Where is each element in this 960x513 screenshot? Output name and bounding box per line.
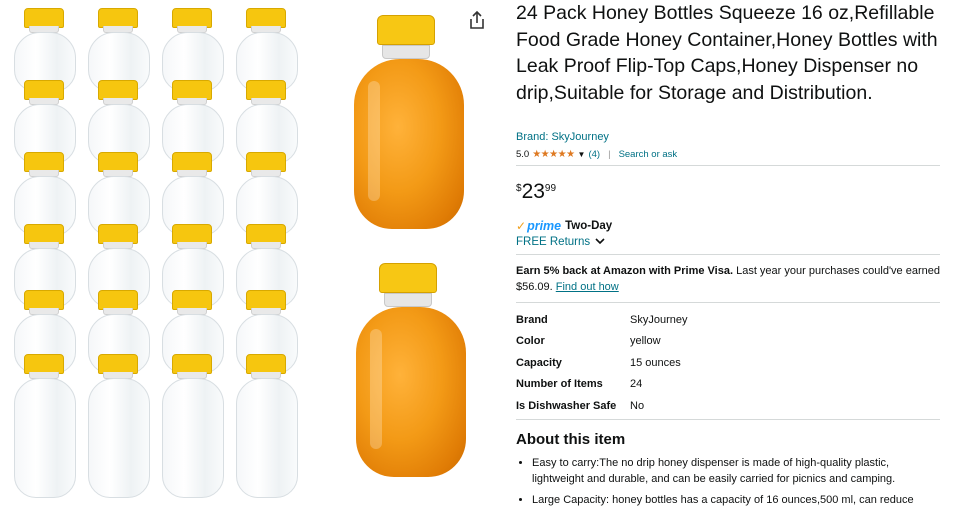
brand-link[interactable]: Brand: SkyJourney	[516, 131, 609, 143]
empty-bottle	[160, 348, 226, 498]
flip-top-cap	[172, 80, 212, 105]
price-fraction: 99	[544, 183, 557, 194]
list-item: Large Capacity: honey bottles has a capa…	[532, 492, 940, 508]
spec-key: Color	[516, 335, 545, 348]
spec-row: Color yellow	[516, 331, 687, 353]
product-title: 24 Pack Honey Bottles Squeeze 16 oz,Refi…	[516, 2, 938, 104]
offer-headline: Earn 5% back at Amazon with Prime Visa.	[516, 265, 734, 277]
product-specs-table: Brand SkyJourney Color yellow Capacity 15 o…	[516, 309, 687, 417]
spec-value: 24	[630, 378, 643, 391]
search-or-ask-link[interactable]: Search or ask	[619, 149, 678, 160]
prime-logo: prime	[527, 219, 562, 233]
prime-badge: ✓ prime Two-Day	[516, 219, 612, 233]
list-item: Easy to carry:The no drip honey dispense…	[532, 455, 940, 487]
flip-top-cap	[172, 290, 212, 315]
feature-bullets: Easy to carry:The no drip honey dispense…	[516, 455, 940, 513]
spec-value: 15 ounces	[630, 356, 681, 369]
chevron-down-icon[interactable]	[595, 237, 605, 245]
spec-key: Brand	[516, 313, 548, 326]
rating-count-link[interactable]: (4)	[588, 149, 600, 160]
flip-top-cap	[98, 354, 138, 379]
free-returns-link[interactable]: FREE Returns	[516, 236, 605, 248]
about-heading: About this item	[516, 431, 626, 448]
flip-top-cap	[246, 290, 286, 315]
flip-top-cap	[24, 152, 64, 177]
price-currency: $	[516, 183, 522, 194]
flip-top-cap	[246, 80, 286, 105]
flip-top-cap	[98, 290, 138, 315]
divider: |	[608, 149, 611, 160]
flip-top-cap	[24, 224, 64, 249]
rating-value: 5.0	[516, 149, 530, 160]
star-rating-icon[interactable]: ★★★★★	[532, 149, 575, 160]
spec-row: Number of Items 24	[516, 374, 687, 396]
flip-top-cap	[246, 8, 286, 33]
spec-row: Brand SkyJourney	[516, 309, 687, 331]
free-returns-label[interactable]: FREE Returns	[516, 236, 590, 248]
flip-top-cap	[24, 8, 64, 33]
spec-value: SkyJourney	[630, 313, 688, 326]
spec-key: Capacity	[516, 356, 562, 369]
prime-visa-offer: Earn 5% back at Amazon with Prime Visa. …	[516, 263, 940, 295]
empty-bottle	[12, 348, 78, 498]
spec-key: Is Dishwasher Safe	[516, 399, 617, 412]
flip-top-cap	[172, 224, 212, 249]
flip-top-cap	[98, 8, 138, 33]
flip-top-cap	[246, 354, 286, 379]
product-image-gallery[interactable]	[0, 0, 318, 507]
empty-bottle	[234, 348, 300, 498]
flip-top-cap	[98, 80, 138, 105]
divider	[516, 419, 940, 420]
find-out-how-link[interactable]: Find out how	[556, 281, 619, 293]
divider	[516, 302, 940, 303]
divider	[516, 165, 940, 166]
flip-top-cap	[24, 80, 64, 105]
flip-top-cap	[172, 152, 212, 177]
share-icon[interactable]	[468, 10, 486, 30]
flip-top-cap	[246, 152, 286, 177]
rating-row: 5.0 ★★★★★ ▼ (4) | Search or ask	[516, 149, 677, 160]
flip-top-cap	[98, 224, 138, 249]
flip-top-cap	[172, 8, 212, 33]
price-whole: 23	[521, 180, 545, 203]
prime-shipping-label: Two-Day	[565, 220, 613, 232]
spec-key: Number of Items	[516, 378, 603, 391]
spec-value: yellow	[630, 335, 661, 348]
prime-check-icon: ✓	[516, 219, 527, 233]
divider	[516, 254, 940, 255]
spec-value: No	[630, 399, 645, 412]
flip-top-cap	[98, 152, 138, 177]
flip-top-cap	[24, 290, 64, 315]
price: $2399	[516, 180, 556, 204]
flip-top-cap	[172, 354, 212, 379]
flip-top-cap	[379, 263, 437, 293]
flip-top-cap	[377, 15, 435, 45]
empty-bottle	[86, 348, 152, 498]
spec-row: Is Dishwasher Safe No	[516, 395, 687, 417]
flip-top-cap	[246, 224, 286, 249]
flip-top-cap	[24, 354, 64, 379]
chevron-down-icon[interactable]: ▼	[578, 150, 586, 159]
spec-row: Capacity 15 ounces	[516, 352, 687, 374]
